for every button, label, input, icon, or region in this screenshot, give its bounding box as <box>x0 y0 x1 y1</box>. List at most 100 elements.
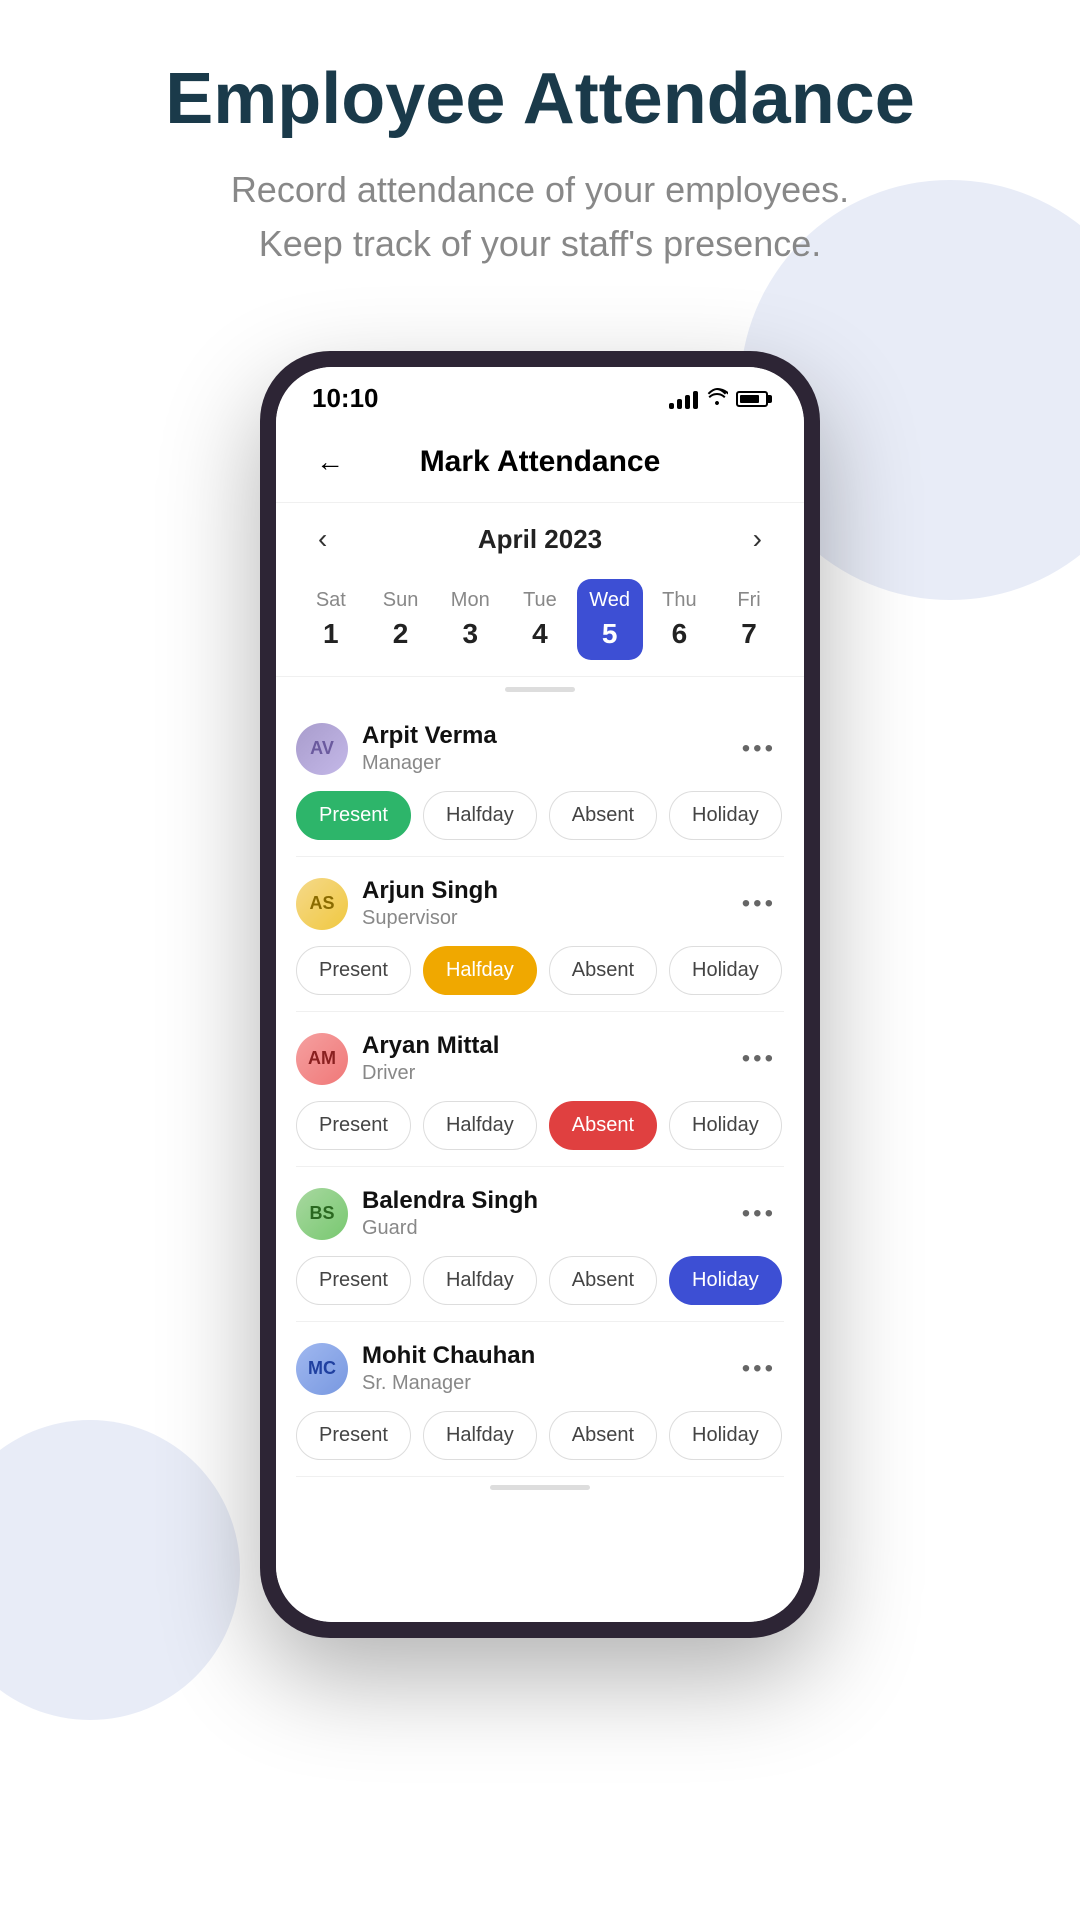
prev-month-button[interactable]: ‹ <box>306 519 339 559</box>
more-options-button[interactable]: ••• <box>734 731 784 767</box>
calendar-day-2[interactable]: Sun 2 <box>368 579 434 660</box>
page-subtitle: Record attendance of your employees. Kee… <box>80 163 1000 271</box>
attendance-button-present[interactable]: Present <box>296 791 411 840</box>
back-button[interactable]: ← <box>308 438 352 486</box>
attendance-button-halfday[interactable]: Halfday <box>423 1256 537 1305</box>
employee-header: AM Aryan Mittal Driver ••• <box>296 1032 784 1085</box>
employee-name: Balendra Singh <box>362 1187 538 1215</box>
next-month-button[interactable]: › <box>741 519 774 559</box>
cal-day-name: Mon <box>451 589 490 612</box>
employee-header: MC Mohit Chauhan Sr. Manager ••• <box>296 1342 784 1395</box>
employee-role: Sr. Manager <box>362 1372 535 1395</box>
attendance-button-halfday[interactable]: Halfday <box>423 1101 537 1150</box>
drag-bar <box>505 687 575 692</box>
attendance-button-holiday[interactable]: Holiday <box>669 1411 782 1460</box>
cal-day-name: Thu <box>662 589 696 612</box>
attendance-button-holiday[interactable]: Holiday <box>669 946 782 995</box>
cal-day-num: 3 <box>462 618 478 650</box>
calendar-day-7[interactable]: Fri 7 <box>716 579 782 660</box>
scroll-hint <box>276 1477 804 1498</box>
page-title: Employee Attendance <box>80 60 1000 139</box>
employee-role: Driver <box>362 1062 499 1085</box>
employee-name: Aryan Mittal <box>362 1032 499 1060</box>
employee-item: AV Arpit Verma Manager ••• PresentHalfda… <box>296 702 784 857</box>
calendar-days: Sat 1 Sun 2 Mon 3 Tue 4 Wed 5 Thu 6 Fri … <box>296 579 784 660</box>
calendar-day-5[interactable]: Wed 5 <box>577 579 643 660</box>
battery-icon <box>736 391 768 407</box>
month-nav: ‹ April 2023 › <box>296 519 784 559</box>
wifi-icon <box>706 387 728 411</box>
avatar: AS <box>296 878 348 930</box>
calendar-day-3[interactable]: Mon 3 <box>437 579 503 660</box>
employee-name: Arpit Verma <box>362 722 497 750</box>
employee-role: Supervisor <box>362 907 498 930</box>
employee-header: BS Balendra Singh Guard ••• <box>296 1187 784 1240</box>
status-icons <box>669 387 768 411</box>
attendance-button-absent[interactable]: Absent <box>549 1101 657 1150</box>
attendance-buttons: PresentHalfdayAbsentHolidayNot Se <box>296 791 784 840</box>
employee-role: Guard <box>362 1217 538 1240</box>
employee-name: Mohit Chauhan <box>362 1342 535 1370</box>
cal-day-num: 5 <box>602 618 618 650</box>
attendance-button-present[interactable]: Present <box>296 1256 411 1305</box>
calendar-day-6[interactable]: Thu 6 <box>646 579 712 660</box>
month-label: April 2023 <box>478 524 602 555</box>
more-options-button[interactable]: ••• <box>734 886 784 922</box>
attendance-buttons: PresentHalfdayAbsentHolidayNot Se <box>296 946 784 995</box>
employee-item: AM Aryan Mittal Driver ••• PresentHalfda… <box>296 1012 784 1167</box>
employee-info: MC Mohit Chauhan Sr. Manager <box>296 1342 535 1395</box>
attendance-button-present[interactable]: Present <box>296 1101 411 1150</box>
employee-role: Manager <box>362 752 497 775</box>
scroll-bar <box>490 1485 590 1490</box>
employee-list: AV Arpit Verma Manager ••• PresentHalfda… <box>276 702 804 1477</box>
page-header: Employee Attendance Record attendance of… <box>0 0 1080 311</box>
employee-details: Arjun Singh Supervisor <box>362 877 498 930</box>
cal-day-num: 7 <box>741 618 757 650</box>
employee-info: AM Aryan Mittal Driver <box>296 1032 499 1085</box>
attendance-button-halfday[interactable]: Halfday <box>423 946 537 995</box>
employee-item: BS Balendra Singh Guard ••• PresentHalfd… <box>296 1167 784 1322</box>
cal-day-num: 1 <box>323 618 339 650</box>
attendance-button-absent[interactable]: Absent <box>549 946 657 995</box>
attendance-button-holiday[interactable]: Holiday <box>669 791 782 840</box>
attendance-button-absent[interactable]: Absent <box>549 1256 657 1305</box>
cal-day-name: Tue <box>523 589 557 612</box>
employee-info: AV Arpit Verma Manager <box>296 722 497 775</box>
status-time: 10:10 <box>312 383 379 414</box>
employee-item: MC Mohit Chauhan Sr. Manager ••• Present… <box>296 1322 784 1477</box>
signal-icon <box>669 389 698 409</box>
attendance-button-present[interactable]: Present <box>296 1411 411 1460</box>
calendar-day-4[interactable]: Tue 4 <box>507 579 573 660</box>
cal-day-num: 6 <box>672 618 688 650</box>
cal-day-num: 4 <box>532 618 548 650</box>
attendance-button-absent[interactable]: Absent <box>549 791 657 840</box>
nav-bar: ← Mark Attendance <box>276 422 804 503</box>
calendar-section: ‹ April 2023 › Sat 1 Sun 2 Mon 3 Tue 4 W… <box>276 503 804 677</box>
employee-name: Arjun Singh <box>362 877 498 905</box>
avatar: AM <box>296 1033 348 1085</box>
employee-details: Arpit Verma Manager <box>362 722 497 775</box>
attendance-button-halfday[interactable]: Halfday <box>423 791 537 840</box>
cal-day-name: Sun <box>383 589 419 612</box>
phone-inner: 10:10 <box>276 367 804 1622</box>
calendar-day-1[interactable]: Sat 1 <box>298 579 364 660</box>
cal-day-num: 2 <box>393 618 409 650</box>
attendance-button-halfday[interactable]: Halfday <box>423 1411 537 1460</box>
more-options-button[interactable]: ••• <box>734 1041 784 1077</box>
employee-item: AS Arjun Singh Supervisor ••• PresentHal… <box>296 857 784 1012</box>
status-bar: 10:10 <box>276 367 804 422</box>
attendance-button-present[interactable]: Present <box>296 946 411 995</box>
nav-title: Mark Attendance <box>352 445 728 479</box>
more-options-button[interactable]: ••• <box>734 1196 784 1232</box>
more-options-button[interactable]: ••• <box>734 1351 784 1387</box>
employee-header: AS Arjun Singh Supervisor ••• <box>296 877 784 930</box>
attendance-button-absent[interactable]: Absent <box>549 1411 657 1460</box>
attendance-button-holiday[interactable]: Holiday <box>669 1101 782 1150</box>
employee-details: Mohit Chauhan Sr. Manager <box>362 1342 535 1395</box>
app-content: ← Mark Attendance ‹ April 2023 › Sat 1 S… <box>276 422 804 1622</box>
employee-info: AS Arjun Singh Supervisor <box>296 877 498 930</box>
attendance-button-holiday[interactable]: Holiday <box>669 1256 782 1305</box>
attendance-buttons: PresentHalfdayAbsentHolidayNot Se <box>296 1256 784 1305</box>
employee-info: BS Balendra Singh Guard <box>296 1187 538 1240</box>
employee-details: Balendra Singh Guard <box>362 1187 538 1240</box>
